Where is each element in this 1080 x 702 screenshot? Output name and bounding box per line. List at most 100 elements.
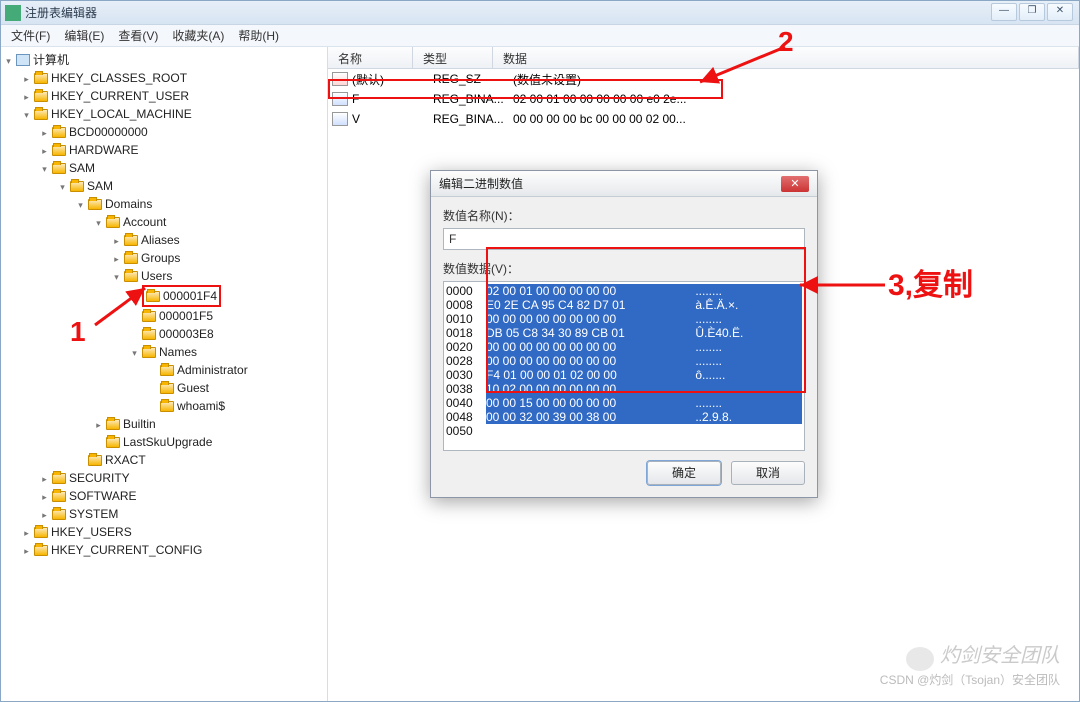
expand-icon[interactable]: ▸ (21, 93, 32, 104)
tree-panel[interactable]: ▾ 计算机 ▸ HKEY_CLASSES_ROOT ▸ HKEY_CURRENT_US… (1, 47, 328, 701)
maximize-button[interactable]: ❐ (1019, 3, 1045, 21)
col-type[interactable]: 类型 (413, 47, 493, 68)
hex-bytes[interactable]: 00 00 32 00 39 00 38 00 (486, 410, 692, 424)
tree-hku[interactable]: HKEY_USERS (51, 525, 132, 539)
hex-bytes[interactable]: 00 00 00 00 00 00 00 00 (486, 312, 692, 326)
expand-icon[interactable]: ▾ (75, 201, 86, 212)
tree-hkcc[interactable]: HKEY_CURRENT_CONFIG (51, 543, 202, 557)
value-name-input[interactable] (443, 228, 805, 250)
hex-ascii[interactable]: ........ (692, 396, 802, 410)
expand-icon[interactable]: ▸ (111, 255, 122, 266)
expand-icon[interactable]: ▸ (21, 529, 32, 540)
tree-hkcu[interactable]: HKEY_CURRENT_USER (51, 89, 189, 103)
expand-icon[interactable]: ▾ (57, 183, 68, 194)
hex-ascii[interactable]: à.Ê.Ä.×. (692, 298, 802, 312)
minimize-button[interactable]: — (991, 3, 1017, 21)
hex-ascii[interactable]: ........ (692, 284, 802, 298)
close-button[interactable]: ✕ (1047, 3, 1073, 21)
hex-editor[interactable]: 000002 00 01 00 00 00 00 00 ........0008… (443, 281, 805, 451)
tree-builtin[interactable]: Builtin (123, 417, 156, 431)
tree-user-1f5[interactable]: 000001F5 (159, 309, 213, 323)
cancel-button[interactable]: 取消 (731, 461, 805, 485)
edit-binary-dialog: 编辑二进制数值 ✕ 数值名称(N)： 数值数据(V)： 000002 00 01… (430, 170, 818, 498)
hex-ascii[interactable]: ........ (692, 340, 802, 354)
tree-sam[interactable]: SAM (69, 161, 95, 175)
expand-icon[interactable]: ▾ (129, 349, 140, 360)
hex-ascii[interactable]: Û.È40.Ë. (692, 326, 802, 340)
tree-user-1f4[interactable]: 000001F4 (163, 289, 217, 303)
tree-root[interactable]: 计算机 (33, 53, 69, 67)
tree-names[interactable]: Names (159, 345, 197, 359)
menu-help[interactable]: 帮助(H) (232, 25, 285, 46)
expand-icon[interactable]: ▾ (39, 165, 50, 176)
hex-ascii[interactable]: ........ (692, 382, 802, 396)
expand-icon[interactable]: ▾ (93, 219, 104, 230)
expand-icon[interactable]: ▸ (93, 421, 104, 432)
hex-ascii[interactable]: ô....... (692, 368, 802, 382)
hex-bytes[interactable]: 00 00 15 00 00 00 00 00 (486, 396, 692, 410)
expand-icon[interactable]: ▾ (21, 111, 32, 122)
tree-account[interactable]: Account (123, 215, 166, 229)
expand-icon[interactable]: ▸ (39, 511, 50, 522)
tree-aliases[interactable]: Aliases (141, 233, 180, 247)
hex-offset: 0010 (446, 312, 486, 326)
tree-security[interactable]: SECURITY (69, 471, 130, 485)
tree-domains[interactable]: Domains (105, 197, 152, 211)
tree-system[interactable]: SYSTEM (69, 507, 118, 521)
col-data[interactable]: 数据 (493, 47, 1079, 68)
list-row[interactable]: (默认)REG_SZ(数值未设置) (328, 69, 1079, 89)
tree-users[interactable]: Users (141, 269, 172, 283)
menu-favorites[interactable]: 收藏夹(A) (166, 25, 230, 46)
hex-bytes[interactable]: 10 02 00 00 00 00 00 00 (486, 382, 692, 396)
tree-hklm[interactable]: HKEY_LOCAL_MACHINE (51, 107, 192, 121)
menu-file[interactable]: 文件(F) (5, 25, 56, 46)
expand-icon[interactable]: ▸ (39, 493, 50, 504)
hex-bytes[interactable] (486, 424, 692, 438)
tree-guest[interactable]: Guest (177, 381, 209, 395)
hex-ascii[interactable]: ........ (692, 354, 802, 368)
hex-bytes[interactable]: E0 2E CA 95 C4 82 D7 01 (486, 298, 692, 312)
tree-hkcr[interactable]: HKEY_CLASSES_ROOT (51, 71, 187, 85)
expand-icon[interactable]: ▸ (111, 237, 122, 248)
expand-icon[interactable]: ▸ (39, 475, 50, 486)
hex-ascii[interactable] (692, 424, 802, 438)
tree-administrator[interactable]: Administrator (177, 363, 248, 377)
tree-lastsku[interactable]: LastSkuUpgrade (123, 435, 212, 449)
expand-icon[interactable]: ▸ (39, 147, 50, 158)
expand-icon[interactable]: ▸ (39, 129, 50, 140)
menu-edit[interactable]: 编辑(E) (58, 25, 110, 46)
folder-icon (106, 437, 120, 448)
hex-bytes[interactable]: 00 00 00 00 00 00 00 00 (486, 340, 692, 354)
expand-icon[interactable]: ▾ (3, 57, 14, 68)
tree-user-3e8[interactable]: 000003E8 (159, 327, 214, 341)
tree-groups[interactable]: Groups (141, 251, 180, 265)
folder-icon (124, 253, 138, 264)
binary-value-icon (332, 112, 348, 126)
folder-icon (34, 73, 48, 84)
hex-bytes[interactable]: 00 00 00 00 00 00 00 00 (486, 354, 692, 368)
expand-icon[interactable]: ▾ (111, 273, 122, 284)
tree-whoami[interactable]: whoami$ (177, 399, 225, 413)
menu-view[interactable]: 查看(V) (112, 25, 164, 46)
tree-bcd[interactable]: BCD00000000 (69, 125, 148, 139)
folder-icon (88, 455, 102, 466)
hex-ascii[interactable]: ..2.9.8. (692, 410, 802, 424)
row-data: (数值未设置) (513, 71, 1079, 88)
dialog-close-button[interactable]: ✕ (781, 176, 809, 192)
tree-software[interactable]: SOFTWARE (69, 489, 137, 503)
hex-bytes[interactable]: F4 01 00 00 01 02 00 00 (486, 368, 692, 382)
hex-bytes[interactable]: DB 05 C8 34 30 89 CB 01 (486, 326, 692, 340)
hex-bytes[interactable]: 02 00 01 00 00 00 00 00 (486, 284, 692, 298)
list-row[interactable]: VREG_BINA...00 00 00 00 bc 00 00 00 02 0… (328, 109, 1079, 129)
folder-icon (34, 109, 48, 120)
tree-sam-inner[interactable]: SAM (87, 179, 113, 193)
tree-hardware[interactable]: HARDWARE (69, 143, 139, 157)
dialog-titlebar[interactable]: 编辑二进制数值 ✕ (431, 171, 817, 197)
expand-icon[interactable]: ▸ (21, 75, 32, 86)
list-row[interactable]: FREG_BINA...02 00 01 00 00 00 00 00 e0 2… (328, 89, 1079, 109)
tree-rxact[interactable]: RXACT (105, 453, 146, 467)
col-name[interactable]: 名称 (328, 47, 413, 68)
expand-icon[interactable]: ▸ (21, 547, 32, 558)
hex-ascii[interactable]: ........ (692, 312, 802, 326)
ok-button[interactable]: 确定 (647, 461, 721, 485)
